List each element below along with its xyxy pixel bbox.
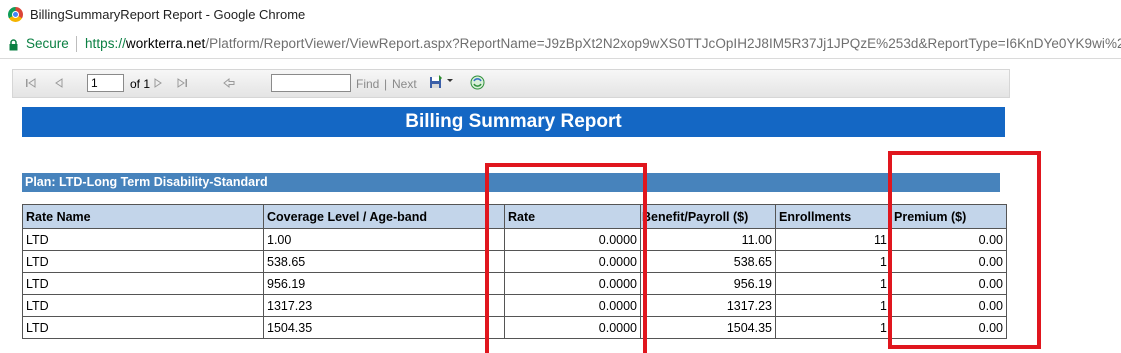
url-path: /Platform/ReportViewer/ViewReport.aspx?R…: [205, 36, 1121, 51]
refresh-icon[interactable]: [470, 75, 485, 90]
url-host: workterra.net: [125, 36, 206, 51]
last-page-icon[interactable]: [176, 77, 188, 89]
find-next-link[interactable]: Next: [392, 77, 417, 91]
report-title: Billing Summary Report: [22, 107, 1005, 137]
window-title-bar: BillingSummaryReport Report - Google Chr…: [0, 0, 1121, 31]
address-bar[interactable]: Secure https://workterra.net/Platform/Re…: [0, 30, 1121, 59]
url-scheme: https://: [85, 36, 126, 51]
cell-benefit-payroll: 956.19: [640, 272, 776, 295]
column-header-coverage-level: Coverage Level / Age-band: [263, 204, 505, 229]
cell-benefit-payroll: 1317.23: [640, 294, 776, 317]
cell-enrollments: 1: [775, 294, 891, 317]
rate-column-highlight-box: [485, 163, 647, 353]
cell-coverage-level: 956.19: [263, 272, 505, 295]
chrome-logo-icon: [8, 7, 23, 22]
cell-enrollments: 11: [775, 228, 891, 251]
cell-benefit-payroll: 1504.35: [640, 316, 776, 339]
find-text-input[interactable]: [271, 74, 351, 92]
column-header-benefit-payroll: Benefit/Payroll ($): [640, 204, 776, 229]
previous-page-icon[interactable]: [53, 77, 65, 89]
cell-coverage-level: 1317.23: [263, 294, 505, 317]
cell-enrollments: 1: [775, 272, 891, 295]
find-next-separator: |: [384, 77, 388, 91]
secure-label[interactable]: Secure: [26, 36, 69, 51]
page-number-input[interactable]: [87, 74, 124, 92]
cell-benefit-payroll: 11.00: [640, 228, 776, 251]
cell-coverage-level: 1.00: [263, 228, 505, 251]
premium-column-highlight-box: [888, 151, 1041, 349]
back-to-parent-icon[interactable]: [223, 77, 235, 89]
cell-enrollments: 1: [775, 250, 891, 273]
column-header-rate-name: Rate Name: [22, 204, 264, 229]
cell-rate-name: LTD: [22, 250, 264, 273]
address-divider: [76, 36, 77, 52]
cell-rate-name: LTD: [22, 272, 264, 295]
page-count-label: of 1: [130, 77, 151, 91]
url-field[interactable]: https://workterra.net/Platform/ReportVie…: [85, 36, 1121, 51]
report-toolbar: of 1 Find | Next: [12, 69, 1010, 98]
cell-rate-name: LTD: [22, 316, 264, 339]
cell-rate-name: LTD: [22, 294, 264, 317]
export-save-icon[interactable]: [429, 75, 443, 89]
cell-rate-name: LTD: [22, 228, 264, 251]
first-page-icon[interactable]: [25, 77, 37, 89]
column-header-enrollments: Enrollments: [775, 204, 891, 229]
cell-coverage-level: 538.65: [263, 250, 505, 273]
window-title: BillingSummaryReport Report - Google Chr…: [30, 7, 306, 22]
lock-icon[interactable]: [9, 38, 18, 51]
export-dropdown-icon[interactable]: [446, 78, 454, 84]
next-page-icon[interactable]: [152, 77, 164, 89]
cell-enrollments: 1: [775, 316, 891, 339]
find-link[interactable]: Find: [356, 77, 379, 91]
cell-coverage-level: 1504.35: [263, 316, 505, 339]
cell-benefit-payroll: 538.65: [640, 250, 776, 273]
